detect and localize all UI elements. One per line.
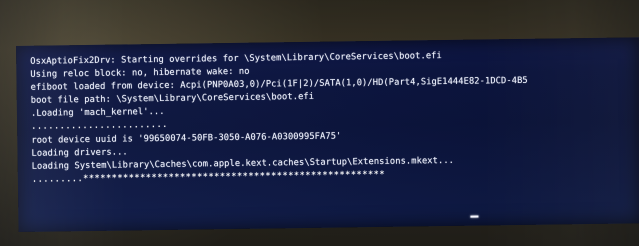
- text-cursor: [470, 215, 479, 218]
- boot-terminal-output: OsxAptioFix2Drv: Starting overrides for …: [30, 47, 627, 186]
- boot-screen: OsxAptioFix2Drv: Starting overrides for …: [16, 37, 639, 232]
- photo-frame: OsxAptioFix2Drv: Starting overrides for …: [0, 0, 639, 246]
